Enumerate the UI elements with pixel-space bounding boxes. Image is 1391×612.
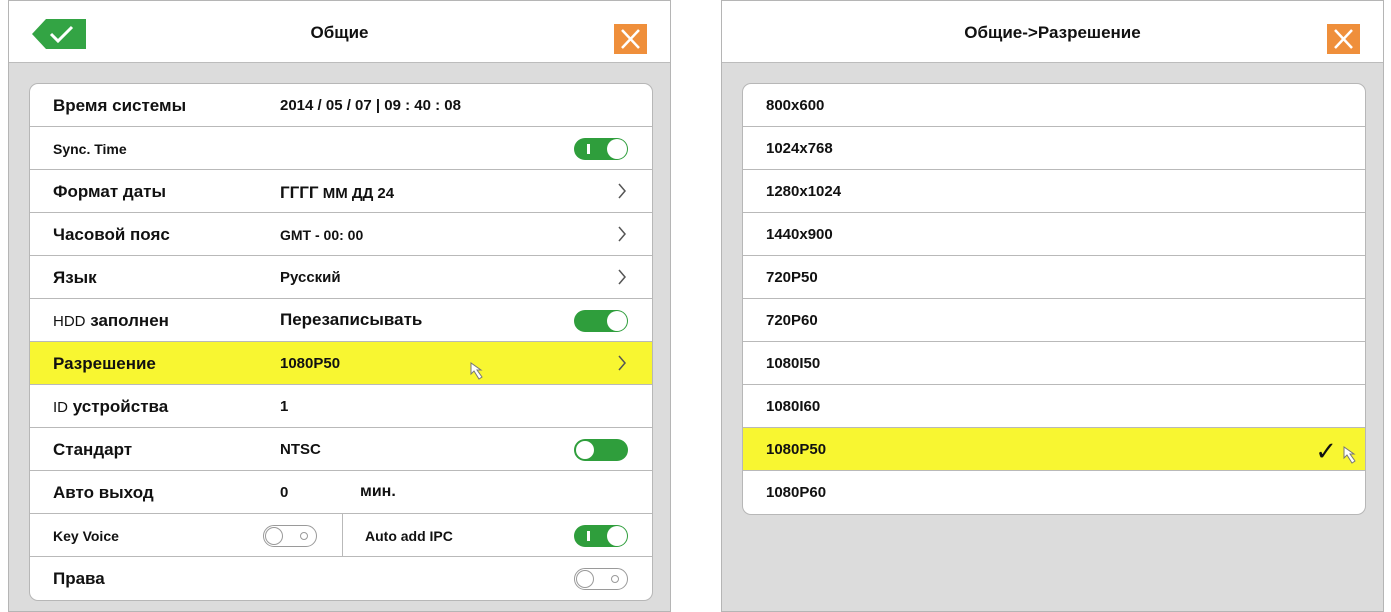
close-button[interactable] [614, 24, 647, 54]
row-resolution[interactable]: Разрешение 1080P50 [30, 342, 652, 385]
resolution-label: Разрешение [53, 354, 156, 373]
mouse-cursor-icon [1343, 446, 1356, 464]
row-divider [342, 514, 343, 557]
rights-label: Права [53, 569, 105, 588]
resolution-option[interactable]: 1080P60 [743, 471, 1365, 514]
device-id-label: ID устройства [53, 397, 168, 417]
mouse-cursor-icon [470, 362, 483, 380]
row-language[interactable]: Язык Русский [30, 256, 652, 299]
resolution-option[interactable]: 800x600 [743, 84, 1365, 127]
chevron-right-icon [618, 226, 626, 242]
auto-exit-value[interactable]: 0 [280, 484, 288, 501]
resolution-panel: Общие->Разрешение 800x600 1024x768 1280x10… [721, 0, 1384, 612]
sync-time-label: Sync. Time [53, 141, 127, 157]
row-system-time[interactable]: Время системы 2014 / 05 / 07 | 09 : 40 :… [30, 84, 652, 127]
auto-exit-unit: мин. [360, 483, 396, 500]
system-time-value[interactable]: 2014 / 05 / 07 | 09 : 40 : 08 [280, 97, 461, 114]
resolution-option-label: 1080P50 [766, 441, 827, 458]
row-key-voice: Key Voice Auto add IPC [30, 514, 652, 557]
row-standard[interactable]: Стандарт NTSC [30, 428, 652, 471]
resolution-option-label: 720P60 [766, 312, 818, 329]
hdd-rest: заполнен [85, 311, 169, 330]
row-timezone[interactable]: Часовой пояс GMT - 00: 00 [30, 213, 652, 256]
hdd-overwrite-toggle[interactable] [574, 310, 628, 332]
page-title: Общие->Разрешение [964, 23, 1141, 42]
auto-exit-label: Авто выход [53, 483, 154, 502]
key-voice-toggle[interactable] [263, 525, 317, 547]
date-format-rest: ММ ДД 24 [322, 185, 395, 202]
resolution-option-label: 1080I60 [766, 398, 821, 415]
row-device-id[interactable]: ID устройства 1 [30, 385, 652, 428]
resolution-option-label: 1440x900 [766, 226, 833, 243]
resolution-value: 1080P50 [280, 355, 341, 372]
hdd-full-label: HDD заполнен [53, 311, 169, 331]
language-label: Язык [53, 268, 97, 287]
resolution-option-label: 800x600 [766, 97, 825, 114]
close-button[interactable] [1327, 24, 1360, 54]
standard-toggle[interactable] [574, 439, 628, 461]
resolution-option-label: 1280x1024 [766, 183, 842, 200]
system-time-label: Время системы [53, 96, 187, 115]
resolution-option[interactable]: 720P60 [743, 299, 1365, 342]
general-settings-panel: Общие Время системы 2014 / 05 / 07 | 09 … [8, 0, 671, 612]
row-hdd-full[interactable]: HDD заполнен Перезаписывать [30, 299, 652, 342]
row-auto-exit[interactable]: Авто выход 0 мин. [30, 471, 652, 514]
auto-add-ipc-label: Auto add IPC [365, 528, 453, 544]
resolution-option-label: 1024x768 [766, 140, 833, 157]
row-date-format[interactable]: Формат даты ГГГГ ММ ДД 24 [30, 170, 652, 213]
timezone-value: GMT - 00: 00 [280, 227, 364, 243]
close-icon [1334, 29, 1353, 49]
resolution-option-label: 1080P60 [766, 484, 827, 501]
hdd-prefix: HDD [53, 313, 86, 330]
settings-list: Время системы 2014 / 05 / 07 | 09 : 40 :… [29, 83, 653, 601]
standard-label: Стандарт [53, 440, 133, 459]
resolution-option-label: 1080I50 [766, 355, 821, 372]
resolution-option[interactable]: 1280x1024 [743, 170, 1365, 213]
date-format-year: ГГГГ [280, 183, 319, 202]
key-voice-label: Key Voice [53, 528, 119, 544]
row-rights[interactable]: Права [30, 557, 652, 600]
row-sync-time[interactable]: Sync. Time [30, 127, 652, 170]
panel-header: Общие->Разрешение [722, 1, 1383, 63]
standard-value: NTSC [280, 441, 321, 458]
timezone-label: Часовой пояс [53, 225, 170, 244]
date-format-value: ГГГГ ММ ДД 24 [280, 183, 394, 203]
resolution-option[interactable]: 720P50 [743, 256, 1365, 299]
resolution-option[interactable]: 1024x768 [743, 127, 1365, 170]
device-id-value[interactable]: 1 [280, 398, 288, 415]
resolution-option[interactable]: 1080I50 [743, 342, 1365, 385]
chevron-right-icon [618, 183, 626, 199]
hdd-full-value: Перезаписывать [280, 310, 423, 329]
chevron-right-icon [618, 269, 626, 285]
panel-header: Общие [9, 1, 670, 63]
rights-toggle[interactable] [574, 568, 628, 590]
resolution-list: 800x600 1024x768 1280x1024 1440x900 720P50 72… [742, 83, 1366, 515]
chevron-right-icon [618, 355, 626, 371]
resolution-option[interactable]: 1080P50 ✓ [743, 428, 1365, 471]
selected-check-icon: ✓ [1315, 436, 1337, 466]
sync-time-toggle[interactable] [574, 138, 628, 160]
device-id-prefix: ID [53, 399, 68, 416]
close-icon [621, 29, 640, 49]
resolution-option-label: 720P50 [766, 269, 818, 286]
page-title: Общие [310, 23, 369, 42]
device-id-rest: устройства [68, 397, 169, 416]
date-format-label: Формат даты [53, 182, 166, 201]
auto-add-ipc-toggle[interactable] [574, 525, 628, 547]
resolution-option[interactable]: 1440x900 [743, 213, 1365, 256]
resolution-option[interactable]: 1080I60 [743, 385, 1365, 428]
language-value: Русский [280, 269, 341, 286]
